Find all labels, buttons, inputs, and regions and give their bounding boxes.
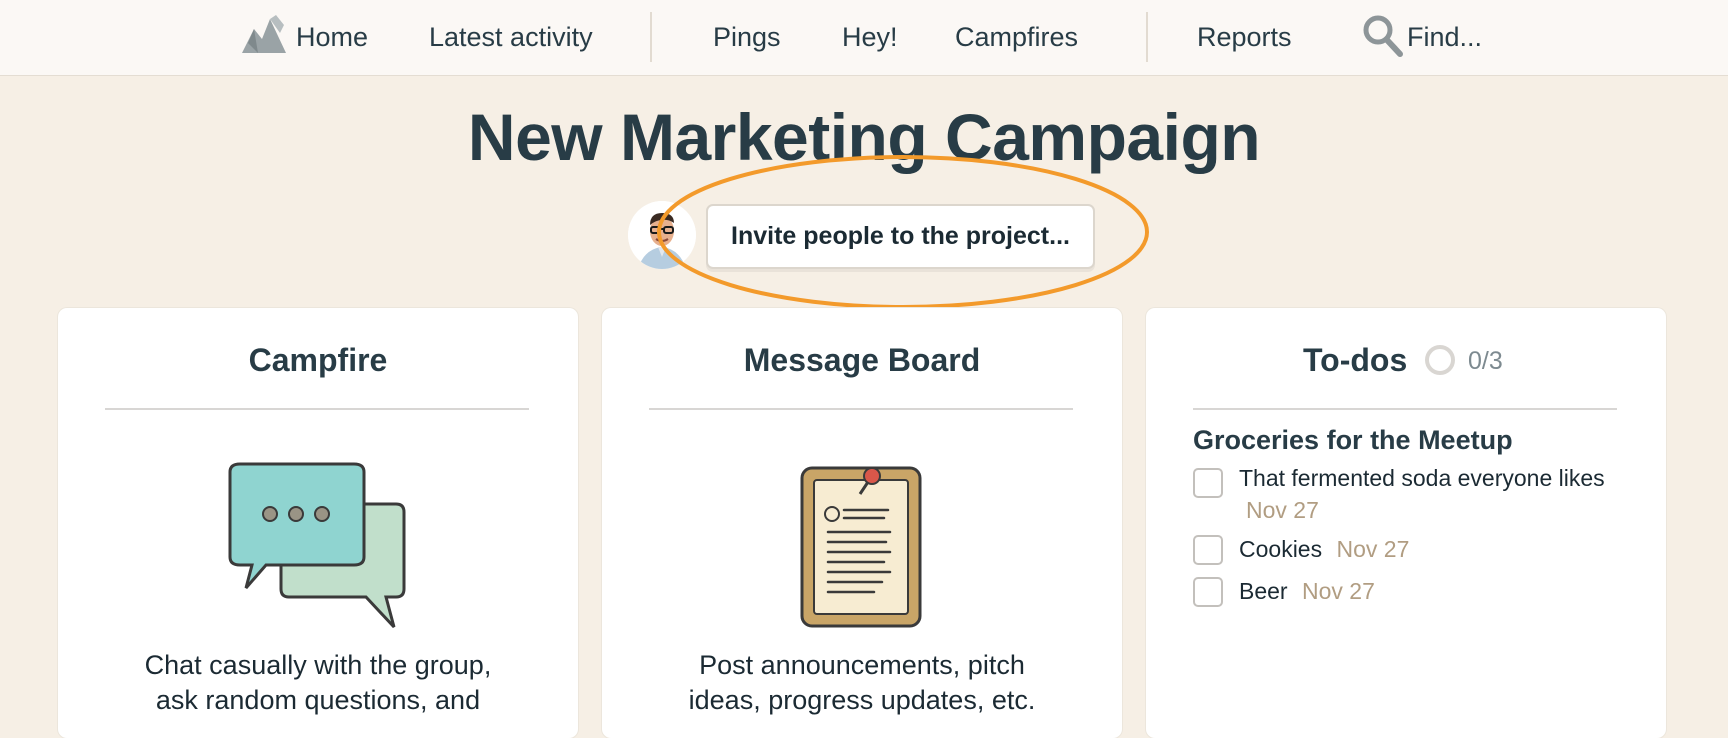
todo-item: That fermented soda everyone likes Nov 2…	[1193, 462, 1633, 523]
user-avatar-icon	[628, 201, 696, 269]
nav-hey[interactable]: Hey!	[842, 0, 898, 76]
todo-text[interactable]: That fermented soda everyone likes Nov 2…	[1239, 462, 1633, 526]
cork-board-icon	[800, 466, 922, 628]
todos-progress: 0/3	[1468, 347, 1503, 375]
todo-item: Cookies Nov 27	[1193, 533, 1633, 567]
campfire-desc-line: ask random questions, and	[155, 685, 481, 715]
message-board-description: Post announcements, pitch ideas, progres…	[622, 648, 1102, 718]
nav-home[interactable]: Home	[296, 0, 368, 76]
todos-heading: To-dos 0/3	[1146, 338, 1666, 382]
basecamp-logo-icon[interactable]	[240, 15, 288, 55]
campfire-title[interactable]: Campfire	[58, 338, 578, 382]
campfire-description: Chat casually with the group, ask random…	[78, 648, 558, 718]
todo-item-label: Beer	[1239, 578, 1288, 604]
top-navigation: Home Latest activity Pings Hey! Campfire…	[0, 0, 1728, 76]
todo-due-date: Nov 27	[1336, 536, 1410, 562]
todo-checkbox[interactable]	[1193, 577, 1223, 607]
card-divider	[105, 408, 529, 410]
todo-item: Beer Nov 27	[1193, 575, 1633, 609]
invite-people-button[interactable]: Invite people to the project...	[706, 204, 1095, 269]
chat-bubbles-icon	[228, 462, 406, 629]
todo-text[interactable]: Cookies Nov 27	[1239, 533, 1409, 565]
search-icon[interactable]	[1362, 14, 1404, 58]
project-title: New Marketing Campaign	[467, 100, 1261, 174]
message-board-desc-line: ideas, progress updates, etc.	[688, 685, 1036, 715]
todos-card[interactable]: To-dos 0/3 Groceries for the Meetup That…	[1146, 308, 1666, 738]
nav-reports[interactable]: Reports	[1197, 0, 1292, 76]
nav-latest-activity[interactable]: Latest activity	[429, 0, 593, 76]
card-divider	[1193, 408, 1617, 410]
todo-list-title[interactable]: Groceries for the Meetup	[1193, 423, 1513, 457]
todo-item-label: That fermented soda everyone likes	[1239, 465, 1605, 491]
nav-campfires[interactable]: Campfires	[955, 0, 1078, 76]
campfire-desc-line: Chat casually with the group,	[144, 650, 492, 680]
nav-find[interactable]: Find...	[1407, 0, 1482, 76]
progress-ring-icon	[1425, 345, 1455, 375]
message-board-title[interactable]: Message Board	[602, 338, 1122, 382]
todo-due-date: Nov 27	[1246, 497, 1319, 523]
nav-pings[interactable]: Pings	[713, 0, 781, 76]
todos-title[interactable]: To-dos	[1303, 338, 1407, 382]
todo-item-label: Cookies	[1239, 536, 1323, 562]
nav-divider	[1146, 12, 1148, 62]
message-board-card[interactable]: Message Board Post announcements, pitch …	[602, 308, 1122, 738]
todo-due-date: Nov 27	[1301, 578, 1375, 604]
card-divider	[649, 408, 1073, 410]
avatar[interactable]	[628, 201, 696, 269]
nav-divider	[650, 12, 652, 62]
message-board-desc-line: Post announcements, pitch	[699, 650, 1025, 680]
campfire-card[interactable]: Campfire Chat casually with the group, a…	[58, 308, 578, 738]
todo-checkbox[interactable]	[1193, 535, 1223, 565]
todo-checkbox[interactable]	[1193, 468, 1223, 498]
todo-text[interactable]: Beer Nov 27	[1239, 575, 1375, 607]
